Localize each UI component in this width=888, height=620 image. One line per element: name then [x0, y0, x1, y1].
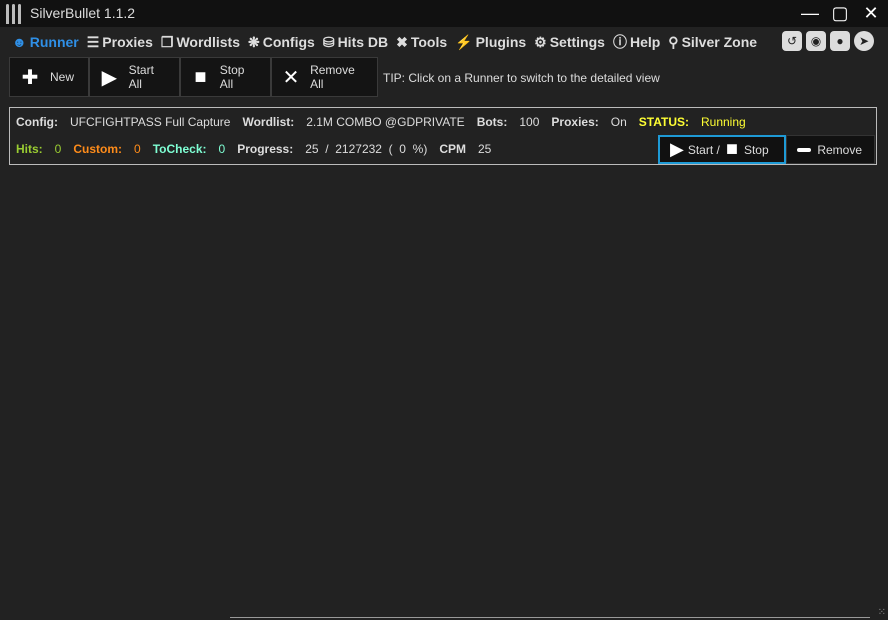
tocheck-value: 0 [218, 142, 226, 156]
nav-runner[interactable]: ☻ Runner [12, 34, 79, 50]
x-icon: ✕ [282, 66, 300, 89]
proxies-label: Proxies: [551, 115, 599, 129]
nav-tools[interactable]: ✖ Tools [396, 34, 447, 51]
gear-wheel-icon: ❋ [247, 33, 260, 50]
wordlist-value: 2.1M COMBO @GDPRIVATE [306, 115, 465, 129]
config-value: UFCFIGHTPASS Full Capture [69, 115, 231, 129]
cpm-value: 25 [477, 142, 492, 156]
runner-toolbar: ✚ New ▶ Start All ■ Stop All ✕ Remove All [9, 57, 378, 97]
camera-icon[interactable]: ◉ [806, 31, 826, 51]
server-icon: ☰ [86, 33, 100, 50]
runner-instance[interactable]: Config: UFCFIGHTPASS Full Capture Wordlis… [9, 107, 877, 165]
start-stop-button[interactable]: ▶ Start / ■ Stop [658, 135, 786, 164]
hits-label: Hits: [16, 142, 43, 156]
cpm-label: CPM [439, 142, 466, 156]
files-icon: ❐ [160, 33, 174, 50]
telegram-icon[interactable]: ➤ [854, 31, 874, 51]
history-icon[interactable]: ↺ [782, 31, 802, 51]
nav-plugins[interactable]: ⚡ Plugins [455, 34, 526, 51]
nav-settings[interactable]: ⚙ Settings [534, 34, 605, 51]
title-bar: SilverBullet 1.1.2 — ▢ ✕ [0, 0, 888, 27]
bots-value: 100 [519, 115, 540, 129]
gear-icon: ⚙ [534, 33, 547, 50]
nav-hits-db[interactable]: ⛁ Hits DB [323, 34, 388, 51]
plus-icon: ✚ [21, 66, 39, 89]
worker-icon: ☻ [12, 34, 27, 50]
help-icon: ⓘ [612, 34, 627, 50]
app-title: SilverBullet 1.1.2 [30, 5, 136, 21]
close-button[interactable]: ✕ [860, 3, 882, 23]
new-button[interactable]: ✚ New [9, 57, 89, 97]
play-icon: ▶ [101, 66, 117, 89]
stop-all-button[interactable]: ■ Stop All [180, 57, 271, 97]
stop-icon: ■ [725, 138, 738, 160]
tocheck-label: ToCheck: [152, 142, 207, 156]
divider [230, 617, 870, 618]
stop-icon: ■ [194, 65, 207, 88]
remove-button[interactable]: Remove [786, 135, 875, 164]
resize-grip-icon[interactable]: ⁙ [878, 607, 886, 618]
maximize-button[interactable]: ▢ [829, 3, 851, 23]
minus-icon [797, 147, 812, 152]
status-value: Running [700, 115, 746, 129]
config-label: Config: [16, 115, 58, 129]
nav-wordlists[interactable]: ❐ Wordlists [161, 34, 240, 51]
bots-label: Bots: [476, 115, 508, 129]
minimize-button[interactable]: — [799, 3, 821, 23]
start-all-button[interactable]: ▶ Start All [89, 57, 180, 97]
nav-help[interactable]: ⓘ Help [613, 32, 660, 52]
main-nav: ☻ Runner ☰ Proxies ❐ Wordlists ❋ Configs ⛁ Hi… [0, 28, 765, 56]
proxies-value: On [610, 115, 627, 129]
remove-all-button[interactable]: ✕ Remove All [271, 57, 378, 97]
plug-icon: ⚡ [455, 33, 473, 50]
custom-label: Custom: [73, 142, 123, 156]
progress-value: 25 / 2127232 ( 0 %) [305, 142, 428, 156]
tip-text: TIP: Click on a Runner to switch to the … [383, 71, 660, 85]
location-icon: ⚲ [668, 33, 679, 50]
nav-proxies[interactable]: ☰ Proxies [87, 34, 153, 51]
play-icon: ▶ [670, 139, 684, 159]
nav-silver-zone[interactable]: ⚲ Silver Zone [668, 34, 757, 51]
wordlist-label: Wordlist: [242, 115, 295, 129]
hits-value: 0 [54, 142, 62, 156]
discord-icon[interactable]: ● [830, 31, 850, 51]
status-label: STATUS: [638, 115, 689, 129]
tools-icon: ✖ [396, 33, 408, 50]
custom-value: 0 [134, 142, 141, 156]
progress-label: Progress: [237, 142, 294, 156]
database-icon: ⛁ [322, 33, 335, 50]
nav-configs[interactable]: ❋ Configs [248, 34, 315, 51]
app-logo-icon [6, 4, 21, 24]
